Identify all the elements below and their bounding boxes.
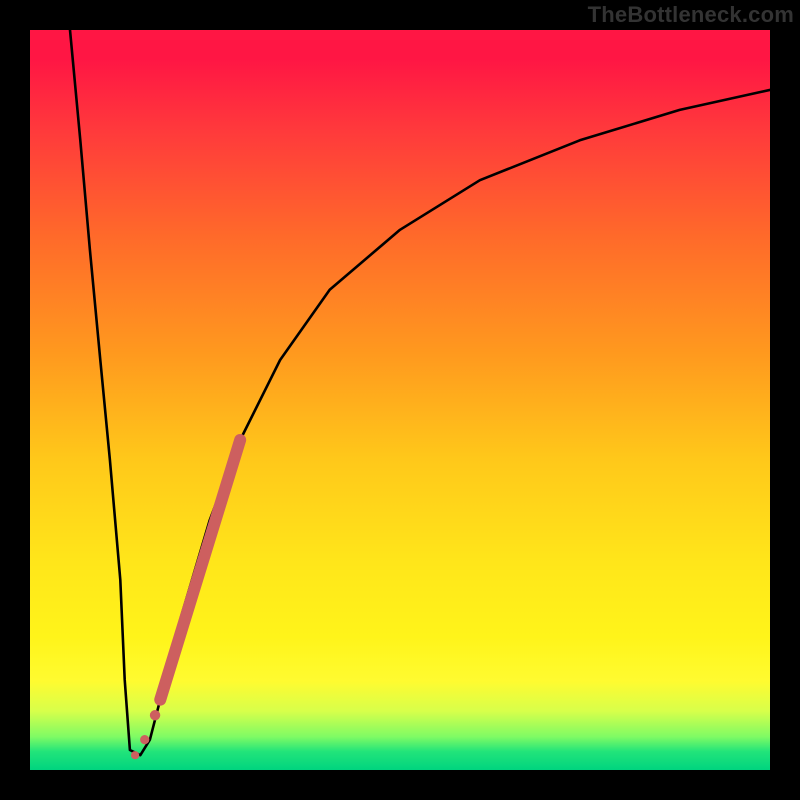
chart-svg (30, 30, 770, 770)
chart-frame: TheBottleneck.com (0, 0, 800, 800)
highlight-dot-2 (140, 735, 149, 744)
annotations-layer (131, 440, 240, 759)
plot-area (30, 30, 770, 770)
watermark-text: TheBottleneck.com (588, 2, 794, 28)
highlight-dot-1 (150, 710, 160, 720)
highlight-dot-3 (131, 751, 139, 759)
highlight-stroke (160, 440, 240, 700)
